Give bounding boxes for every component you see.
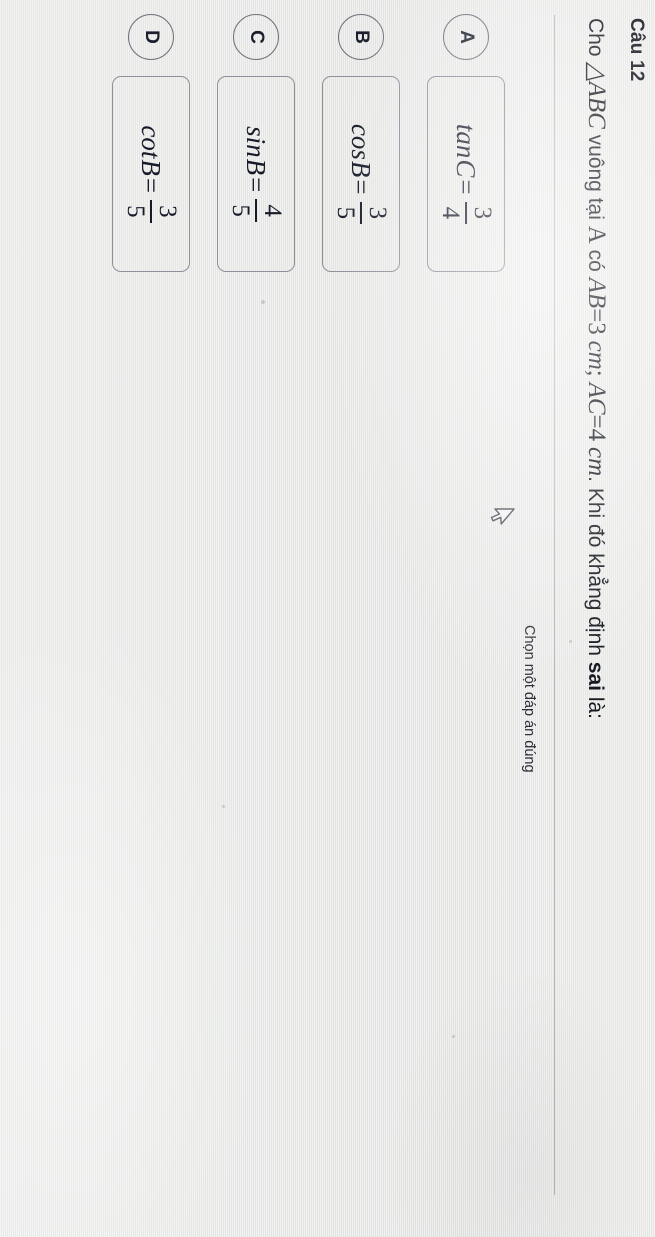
option-c-variable: B: [241, 158, 272, 176]
option-d-fraction-bar: [150, 200, 152, 223]
side-ac-label: AC: [583, 382, 610, 415]
option-a[interactable]: A tan C = 3 4: [427, 14, 505, 272]
option-b[interactable]: B cos B = 3 5: [322, 14, 400, 272]
triangle-name: ABC: [583, 81, 610, 129]
side-ab-label: AB: [583, 277, 610, 309]
option-a-numerator: 3: [469, 206, 496, 220]
option-d-numerator: 3: [154, 205, 181, 218]
option-b-equals: =: [346, 179, 377, 195]
option-d-function: cot: [136, 125, 167, 159]
option-b-fraction-bar: [360, 201, 362, 225]
option-d-bubble[interactable]: D: [128, 14, 174, 60]
photo-frame: Câu 12 Cho △ABC vuông tại A có AB=3 cm; …: [0, 0, 655, 1237]
unit-1: cm: [583, 340, 610, 370]
option-d[interactable]: D cot B = 3 5: [112, 14, 190, 272]
option-a-function: tan: [451, 123, 482, 159]
question-tail-text: . Khi đó khẳng định: [584, 476, 607, 662]
triangle-symbol: △: [583, 62, 610, 82]
option-c[interactable]: C sin B = 4 5: [217, 14, 295, 272]
option-b-fraction: 3 5: [332, 201, 391, 225]
question-emphasis: sai: [584, 661, 607, 691]
option-a-denominator: 4: [437, 206, 464, 220]
quiz-content: Câu 12 Cho △ABC vuông tại A có AB=3 cm; …: [0, 0, 655, 1237]
question-separator: ;: [583, 369, 610, 377]
option-a-fraction: 3 4: [437, 201, 496, 225]
side-ab-value: 3: [583, 322, 610, 335]
question-text: Cho △ABC vuông tại A có AB=3 cm; AC=4 cm…: [579, 18, 613, 1198]
equals-1: =: [583, 308, 610, 323]
option-a-fraction-bar: [465, 201, 467, 225]
option-a-expression: tan C = 3 4: [437, 123, 496, 225]
option-a-box[interactable]: tan C = 3 4: [427, 76, 505, 272]
option-a-equals: =: [451, 179, 482, 195]
option-c-fraction: 4 5: [227, 199, 286, 222]
option-b-variable: B: [346, 160, 377, 178]
option-a-bubble[interactable]: A: [443, 14, 489, 60]
option-d-equals: =: [136, 177, 167, 194]
instruction-text: Chọn một đáp án đúng: [521, 625, 537, 773]
option-b-function: cos: [346, 123, 377, 160]
option-d-fraction: 3 5: [122, 200, 181, 223]
option-b-box[interactable]: cos B = 3 5: [322, 76, 400, 272]
option-c-expression: sin B = 4 5: [227, 126, 286, 222]
header-divider: [554, 15, 555, 1195]
option-c-equals: =: [241, 177, 272, 193]
option-b-expression: cos B = 3 5: [332, 123, 391, 225]
option-b-denominator: 5: [332, 206, 359, 220]
option-c-numerator: 4: [259, 204, 286, 217]
unit-2: cm: [583, 447, 610, 477]
option-c-box[interactable]: sin B = 4 5: [217, 76, 295, 272]
side-ac-value: 4: [583, 428, 610, 442]
dust-speck: [222, 805, 225, 808]
option-a-variable: C: [451, 159, 482, 178]
option-d-expression: cot B = 3 5: [122, 125, 181, 223]
option-b-numerator: 3: [364, 206, 391, 220]
dust-speck: [452, 1035, 455, 1038]
option-c-fraction-bar: [255, 199, 257, 222]
equals-2: =: [583, 414, 610, 429]
option-c-function: sin: [241, 126, 272, 158]
page-title: Câu 12: [626, 18, 647, 82]
option-b-bubble[interactable]: B: [338, 14, 384, 60]
option-c-denominator: 5: [227, 204, 254, 217]
option-d-denominator: 5: [122, 205, 149, 218]
quiz-page: Câu 12 Cho △ABC vuông tại A có AB=3 cm; …: [0, 0, 655, 1237]
question-prefix: Cho: [584, 18, 607, 63]
dust-speck: [261, 300, 265, 304]
option-d-variable: B: [136, 159, 167, 176]
question-mid-text: vuông tại: [584, 128, 607, 226]
option-d-box[interactable]: cot B = 3 5: [112, 76, 190, 272]
vertex-label: A: [583, 225, 610, 244]
question-tail-end: là:: [584, 691, 607, 720]
option-c-bubble[interactable]: C: [233, 14, 279, 60]
dust-speck: [569, 640, 572, 643]
answer-options: A tan C = 3 4 B cos B = 3 5 C sin B = 4 …: [5, 0, 505, 1237]
question-has-text: có: [584, 243, 607, 278]
